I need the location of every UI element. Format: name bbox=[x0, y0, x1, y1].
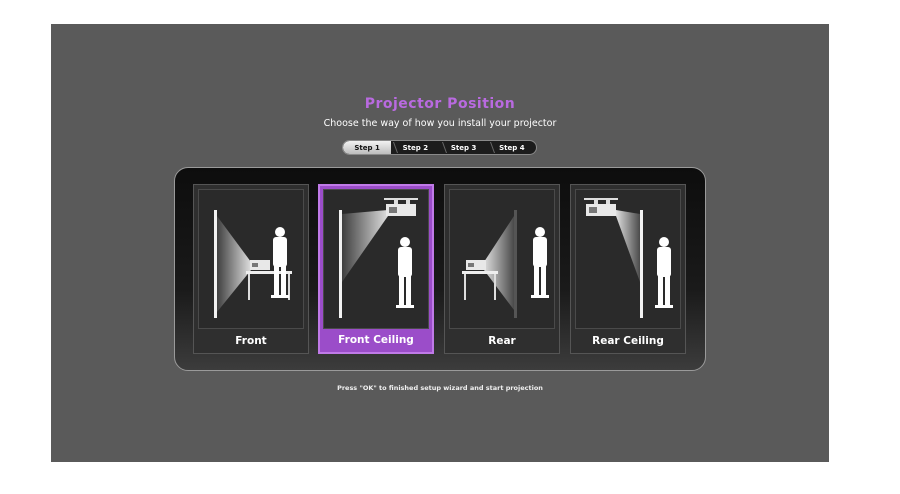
front-illustration bbox=[198, 189, 304, 329]
option-rear-label: Rear bbox=[488, 335, 516, 347]
step-3: Step 3 bbox=[440, 141, 488, 154]
option-front-ceiling[interactable]: Front Ceiling bbox=[318, 184, 434, 354]
option-front-ceiling-label: Front Ceiling bbox=[338, 334, 414, 346]
option-rear[interactable]: Rear bbox=[444, 184, 560, 354]
footer-instruction: Press "OK" to finished setup wizard and … bbox=[337, 384, 543, 392]
option-front-label: Front bbox=[235, 335, 267, 347]
step-2: Step 2 bbox=[391, 141, 439, 154]
step-1: Step 1 bbox=[343, 141, 392, 154]
rear-ceiling-illustration bbox=[575, 189, 681, 329]
option-rear-ceiling-label: Rear Ceiling bbox=[592, 335, 664, 347]
step-indicator: Step 1 Step 2 Step 3 Step 4 bbox=[342, 140, 537, 155]
page-subtitle: Choose the way of how you install your p… bbox=[323, 118, 557, 129]
page-title: Projector Position bbox=[364, 96, 516, 112]
rear-illustration bbox=[449, 189, 555, 329]
option-rear-ceiling[interactable]: Rear Ceiling bbox=[570, 184, 686, 354]
option-front[interactable]: Front bbox=[193, 184, 309, 354]
setup-wizard-screen: Projector Position Choose the way of how… bbox=[51, 24, 829, 462]
step-4: Step 4 bbox=[488, 141, 536, 154]
front-ceiling-illustration bbox=[323, 189, 429, 329]
